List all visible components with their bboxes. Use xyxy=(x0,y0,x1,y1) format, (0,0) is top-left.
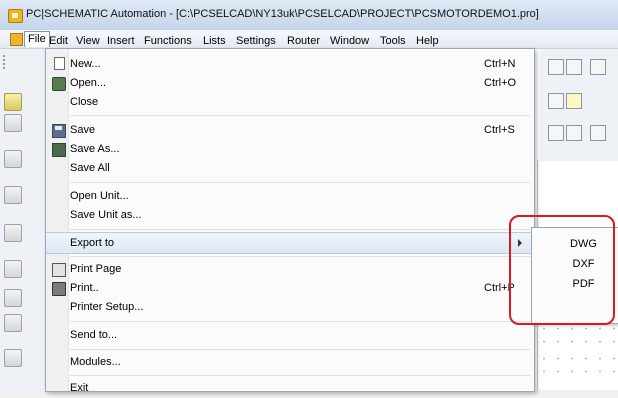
new-document-icon xyxy=(54,57,65,70)
menu-tools[interactable]: Tools xyxy=(380,35,406,47)
menu-item-save-as[interactable]: Save As... xyxy=(46,139,534,159)
save-icon xyxy=(52,124,66,138)
menu-item-close[interactable]: Close xyxy=(46,92,534,112)
toolbar-button[interactable] xyxy=(590,59,606,75)
toolbar-button[interactable] xyxy=(566,125,582,141)
menu-item-save-unit-as[interactable]: Save Unit as... xyxy=(46,205,534,225)
menu-item-label: Save All xyxy=(70,162,110,174)
menu-insert[interactable]: Insert xyxy=(107,35,135,47)
menu-separator xyxy=(70,321,530,322)
menu-separator xyxy=(70,256,530,257)
toolbar-button[interactable] xyxy=(566,93,582,109)
printer-icon xyxy=(52,282,66,296)
menu-item-label: Send to... xyxy=(70,329,118,341)
menu-item-print-page[interactable]: Print Page xyxy=(46,259,534,279)
menu-router[interactable]: Router xyxy=(287,35,320,47)
menu-item-new[interactable]: New... Ctrl+N xyxy=(46,54,534,74)
toolbar-button[interactable] xyxy=(4,93,22,111)
app-icon xyxy=(8,9,23,23)
toolbar-button[interactable] xyxy=(4,150,22,168)
menu-item-save[interactable]: Save Ctrl+S xyxy=(46,120,534,140)
menu-item-label: Open Unit... xyxy=(70,190,129,202)
menu-functions[interactable]: Functions xyxy=(144,35,192,47)
dot-grid xyxy=(537,322,618,348)
menu-separator xyxy=(70,182,530,183)
menu-item-label: Save Unit as... xyxy=(70,209,142,221)
menu-item-label: Printer Setup... xyxy=(70,301,144,313)
menu-item-label: Open... xyxy=(70,77,107,89)
open-folder-icon xyxy=(52,77,66,91)
menu-view[interactable]: View xyxy=(76,35,100,47)
menu-item-label: Exit xyxy=(70,382,89,394)
menu-separator xyxy=(70,115,530,116)
dot-grid xyxy=(537,352,618,378)
menu-item-label: New... xyxy=(70,58,101,70)
menu-settings[interactable]: Settings xyxy=(236,35,276,47)
file-menu: New... Ctrl+N Open... Ctrl+O Close Save … xyxy=(45,48,535,394)
menu-lists[interactable]: Lists xyxy=(203,35,226,47)
menu-item-label: Export to xyxy=(70,237,115,249)
menu-item-label: Close xyxy=(70,96,99,108)
toolbar-button[interactable] xyxy=(4,224,22,242)
menu-item-send-to[interactable]: Send to... xyxy=(46,325,534,345)
toolbar-button[interactable] xyxy=(4,349,22,367)
menu-item-open-unit[interactable]: Open Unit... xyxy=(46,186,534,206)
right-toolbar xyxy=(540,49,618,161)
toolbar-button[interactable] xyxy=(566,59,582,75)
menu-item-label: Print.. xyxy=(70,282,99,294)
toolbar-button[interactable] xyxy=(4,114,22,132)
toolbar-button[interactable] xyxy=(548,59,564,75)
save-as-icon xyxy=(52,143,66,157)
menu-separator xyxy=(70,375,530,376)
menu-item-shortcut: Ctrl+N xyxy=(484,58,516,70)
toolbar-button[interactable] xyxy=(548,125,564,141)
highlight-callout xyxy=(509,215,615,325)
menu-item-printer-setup[interactable]: Printer Setup... xyxy=(46,297,534,317)
menu-item-label: Save As... xyxy=(70,143,120,155)
menu-help[interactable]: Help xyxy=(416,35,439,47)
toolbar-button[interactable] xyxy=(4,186,22,204)
menu-item-exit[interactable]: Exit xyxy=(46,378,534,398)
toolbar-grip[interactable] xyxy=(3,55,8,69)
toolbar-button[interactable] xyxy=(4,260,22,278)
menu-separator xyxy=(70,229,530,230)
menu-item-shortcut: Ctrl+O xyxy=(484,77,517,89)
toolbar-button[interactable] xyxy=(4,314,22,332)
print-page-icon xyxy=(52,263,66,277)
menu-item-export-to[interactable]: Export to xyxy=(46,232,534,254)
menu-item-label: Save xyxy=(70,124,96,136)
left-toolbar xyxy=(0,49,48,390)
menu-file[interactable]: File xyxy=(24,31,50,47)
toolbar-button[interactable] xyxy=(4,289,22,307)
menu-item-shortcut: Ctrl+S xyxy=(484,124,515,136)
toolbar-button[interactable] xyxy=(548,93,564,109)
menu-item-save-all[interactable]: Save All xyxy=(46,158,534,178)
menu-window[interactable]: Window xyxy=(330,35,369,47)
menu-item-label: Print Page xyxy=(70,263,122,275)
document-menu-icon[interactable] xyxy=(10,33,23,46)
menu-separator xyxy=(70,349,530,350)
menu-item-print[interactable]: Print.. Ctrl+P xyxy=(46,278,534,298)
menu-item-modules[interactable]: Modules... xyxy=(46,352,534,372)
title-bar: PC|SCHEMATIC Automation - [C:\PCSELCAD\N… xyxy=(0,0,618,31)
toolbar-button[interactable] xyxy=(590,125,606,141)
window-title: PC|SCHEMATIC Automation - [C:\PCSELCAD\N… xyxy=(26,8,539,20)
menu-item-label: Modules... xyxy=(70,356,121,368)
menu-item-open[interactable]: Open... Ctrl+O xyxy=(46,73,534,93)
menu-edit[interactable]: Edit xyxy=(49,35,68,47)
